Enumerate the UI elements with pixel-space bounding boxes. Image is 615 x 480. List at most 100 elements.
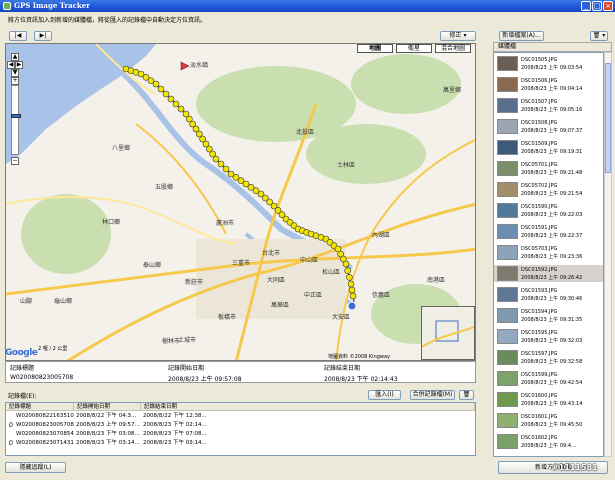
scrollbar-thumb[interactable]	[605, 63, 611, 173]
gps-marker[interactable]	[157, 85, 165, 93]
gps-marker[interactable]	[349, 292, 357, 300]
map-label: 林口鄉	[102, 219, 121, 226]
pan-up-icon[interactable]: ▲	[11, 53, 19, 61]
media-date: 2008/8/23 上午 09:21:48	[521, 170, 583, 176]
map-type-hybrid-button[interactable]: 混合地圖	[435, 44, 471, 53]
media-date: 2008/8/23 上午 09:04:14	[521, 86, 583, 92]
delete-files-icon[interactable]: 🗑 ▾	[590, 31, 608, 41]
media-list-item[interactable]: DSC01601.JPG 2008/8/23 上午 09:45:50	[494, 412, 603, 429]
import-button[interactable]: 匯入(I)	[368, 390, 401, 400]
map-type-map-button[interactable]: 地圖	[357, 44, 393, 53]
media-list-item[interactable]: DSC05701.JPG 2008/8/23 上午 09:21:48	[494, 160, 603, 177]
gps-marker[interactable]	[348, 286, 356, 294]
gps-marker[interactable]	[222, 165, 230, 173]
edit-dropdown-button[interactable]: 修正 ▾	[440, 31, 476, 41]
gps-marker[interactable]	[162, 90, 170, 98]
photo-thumbnail	[497, 350, 518, 365]
gps-marker[interactable]	[177, 105, 185, 113]
gps-marker[interactable]	[217, 160, 225, 168]
media-list-item[interactable]: DSC01590.JPG 2008/8/23 上午 09:22:03	[494, 202, 603, 219]
table-row[interactable]: W020080823005708 2008/8/23 上午 09:57... 2…	[6, 421, 475, 429]
gps-marker[interactable]	[172, 100, 180, 108]
media-list-item[interactable]: DSC01506.JPG 2008/8/23 上午 09:04:14	[494, 76, 603, 93]
info-value-start: 2008/8/23 上午 09:57:08	[168, 376, 242, 383]
table-row[interactable]: W020080823071431 2008/8/23 下午 03:14... 2…	[6, 439, 475, 447]
zoom-slider[interactable]	[11, 85, 21, 155]
gps-marker[interactable]	[167, 95, 175, 103]
media-list-item[interactable]: DSC01597.JPG 2008/8/23 上午 09:32:58	[494, 349, 603, 366]
map-label: 台北市	[262, 250, 281, 257]
photo-thumbnail	[497, 287, 518, 302]
map-view[interactable]	[5, 43, 476, 361]
photo-thumbnail	[497, 308, 518, 323]
track-title-cell: W020080823005708	[16, 422, 74, 428]
pan-right-icon[interactable]: ▶	[15, 61, 23, 69]
media-list-item[interactable]: DSC01505.JPG 2008/8/23 上午 09:03:54	[494, 55, 603, 72]
overview-map[interactable]	[421, 306, 475, 360]
zoom-out-icon[interactable]: −	[11, 157, 19, 165]
media-list-item[interactable]: DSC01593.JPG 2008/8/23 上午 09:30:46	[494, 286, 603, 303]
gps-marker[interactable]	[152, 80, 160, 88]
media-list-item[interactable]: DSC01602.JPG 2008/8/23 上午 09:4...	[494, 433, 603, 450]
media-filename: DSC01591.JPG	[521, 225, 558, 231]
media-list-item[interactable]: DSC01509.JPG 2008/8/23 上午 09:19:31	[494, 139, 603, 156]
media-list-item[interactable]: DSC05703.JPG 2008/8/23 上午 09:23:36	[494, 244, 603, 261]
photo-thumbnail	[497, 392, 518, 407]
table-row[interactable]: W020080823070854 2008/8/23 下午 03:08... 2…	[6, 430, 475, 438]
overview-canvas	[421, 320, 475, 348]
map-copyright: 地圖資料 ©2008 Kingway	[328, 354, 391, 360]
track-list-label: 記錄檔(E):	[8, 393, 37, 400]
minimize-button[interactable]: _	[581, 1, 591, 11]
media-date: 2008/8/23 上午 09:32:03	[521, 338, 583, 344]
column-header-start[interactable]: 記錄開始日期	[74, 403, 141, 411]
window-title: GPS Image Tracker	[14, 1, 90, 10]
media-list-header[interactable]: 媒體檔	[493, 42, 612, 52]
close-button[interactable]: ×	[603, 1, 613, 11]
map-label: 士林區	[337, 162, 356, 169]
photo-thumbnail	[497, 434, 518, 449]
table-row[interactable]: W020080822163510 2008/8/22 下午 04:3... 20…	[6, 412, 475, 420]
photo-thumbnail	[497, 140, 518, 155]
media-list-item[interactable]: DSC01591.JPG 2008/8/23 上午 09:22:37	[494, 223, 603, 240]
map-label: 萬里鄉	[443, 87, 462, 94]
track-marker-icon	[9, 440, 13, 445]
media-list-item[interactable]: DSC01592.JPG 2008/8/23 上午 09:26:42	[494, 265, 603, 282]
gps-marker[interactable]	[342, 260, 350, 268]
hide-track-button[interactable]: 隱藏追蹤(L)	[5, 462, 66, 473]
pan-down-icon[interactable]: ▼	[11, 69, 19, 77]
map-label: 泰山鄉	[143, 262, 162, 269]
media-filename: DSC01599.JPG	[521, 372, 558, 378]
next-track-button[interactable]: ▶|	[34, 31, 52, 41]
gps-marker[interactable]	[212, 155, 220, 163]
zoom-slider-thumb[interactable]	[11, 114, 21, 118]
column-header-title[interactable]: 記錄標題	[6, 403, 74, 411]
media-list-item[interactable]: DSC01594.JPG 2008/8/23 上午 09:31:35	[494, 307, 603, 324]
media-list-item[interactable]: DSC05702.JPG 2008/8/23 上午 09:21:54	[494, 181, 603, 198]
media-list-item[interactable]: DSC01508.JPG 2008/8/23 上午 09:07:37	[494, 118, 603, 135]
media-list-item[interactable]: DSC01507.JPG 2008/8/23 上午 09:05:16	[494, 97, 603, 114]
maximize-button[interactable]: □	[592, 1, 602, 11]
prev-track-button[interactable]: |◀	[9, 31, 27, 41]
delete-track-icon[interactable]: 🗑	[459, 390, 474, 400]
gps-marker[interactable]	[347, 280, 355, 288]
media-list-item[interactable]: DSC01600.JPG 2008/8/23 上午 09:43:14	[494, 391, 603, 408]
media-list-item[interactable]: DSC01599.JPG 2008/8/23 上午 09:42:54	[494, 370, 603, 387]
add-files-button[interactable]: 新增檔案(A)...	[499, 31, 544, 41]
google-logo: Google	[5, 348, 38, 358]
merge-tracks-button[interactable]: 合併記錄檔(M)	[410, 390, 455, 400]
media-list-item[interactable]: DSC01595.JPG 2008/8/23 上午 09:32:03	[494, 328, 603, 345]
gps-marker[interactable]	[346, 274, 353, 281]
media-list-scrollbar[interactable]	[604, 52, 612, 457]
media-filename: DSC01507.JPG	[521, 99, 558, 105]
app-icon	[3, 2, 11, 10]
gps-marker[interactable]	[344, 267, 351, 274]
media-filename: DSC01506.JPG	[521, 78, 558, 84]
photo-thumbnail	[497, 98, 518, 113]
instruction-text: 將方位資訊加入到新增的媒體檔，將從匯入的記錄檔中自動決定方位資訊。	[8, 17, 207, 24]
column-header-end[interactable]: 記錄結束日期	[141, 403, 475, 411]
zoom-in-icon[interactable]: +	[11, 77, 19, 85]
media-date: 2008/8/23 上午 09:43:14	[521, 401, 583, 407]
map-type-satellite-button[interactable]: 衛星	[396, 44, 432, 53]
media-date: 2008/8/23 上午 09:21:54	[521, 191, 583, 197]
pan-left-icon[interactable]: ◀	[7, 61, 15, 69]
